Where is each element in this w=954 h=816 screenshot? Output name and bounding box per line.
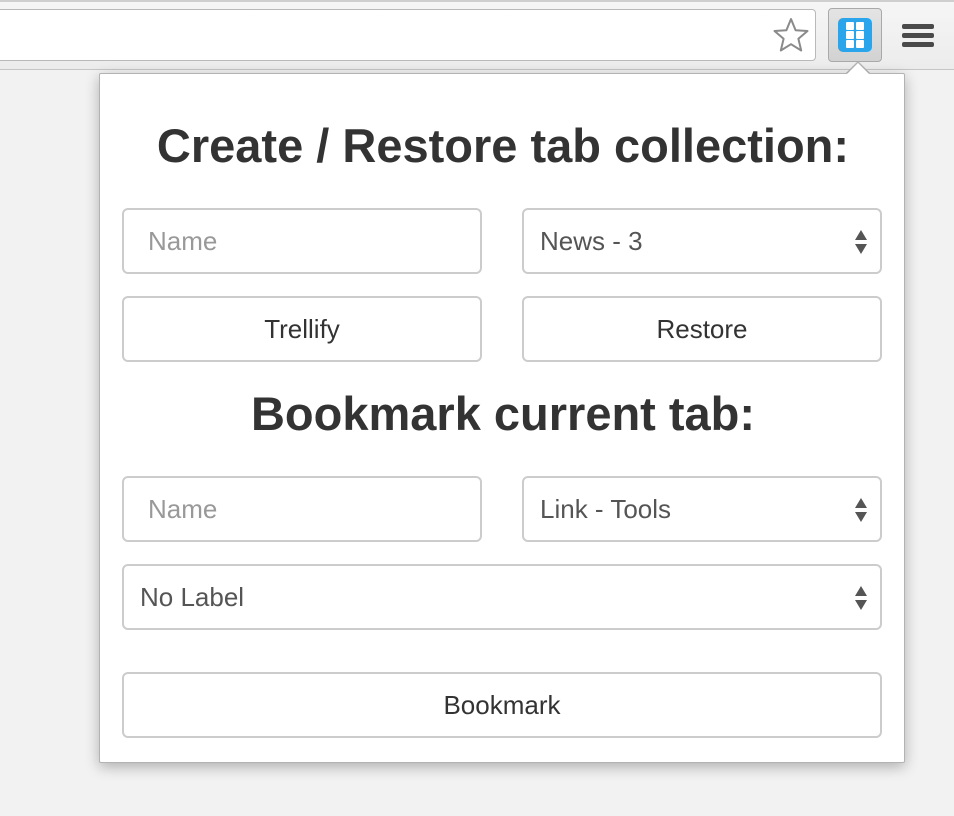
select-arrows-icon [855,498,867,522]
collection-name-input[interactable] [122,208,482,274]
collection-select[interactable]: News - 3 [522,208,882,274]
label-select-value: No Label [140,582,245,612]
browser-toolbar [0,0,954,70]
popup-arrow-fill [846,63,870,75]
extension-button[interactable] [828,8,882,62]
hamburger-menu-icon[interactable] [902,24,936,48]
grid-icon [838,18,872,52]
address-bar[interactable] [0,9,816,61]
star-outline-icon[interactable] [772,16,810,54]
link-list-select[interactable]: Link - Tools [522,476,882,542]
select-arrows-icon [855,586,867,610]
collection-select-value: News - 3 [540,226,643,256]
restore-button[interactable]: Restore [522,296,882,362]
bookmark-heading: Bookmark current tab: [250,387,756,440]
bookmark-name-input[interactable] [122,476,482,542]
bookmark-button[interactable]: Bookmark [122,672,882,738]
collection-heading: Create / Restore tab collection: [156,119,850,172]
select-arrows-icon [855,230,867,254]
label-select[interactable]: No Label [122,564,882,630]
link-list-select-value: Link - Tools [540,494,672,524]
trellify-button[interactable]: Trellify [122,296,482,362]
extension-popup: Create / Restore tab collection: News - … [99,73,905,763]
toolbar-divider [0,0,954,2]
